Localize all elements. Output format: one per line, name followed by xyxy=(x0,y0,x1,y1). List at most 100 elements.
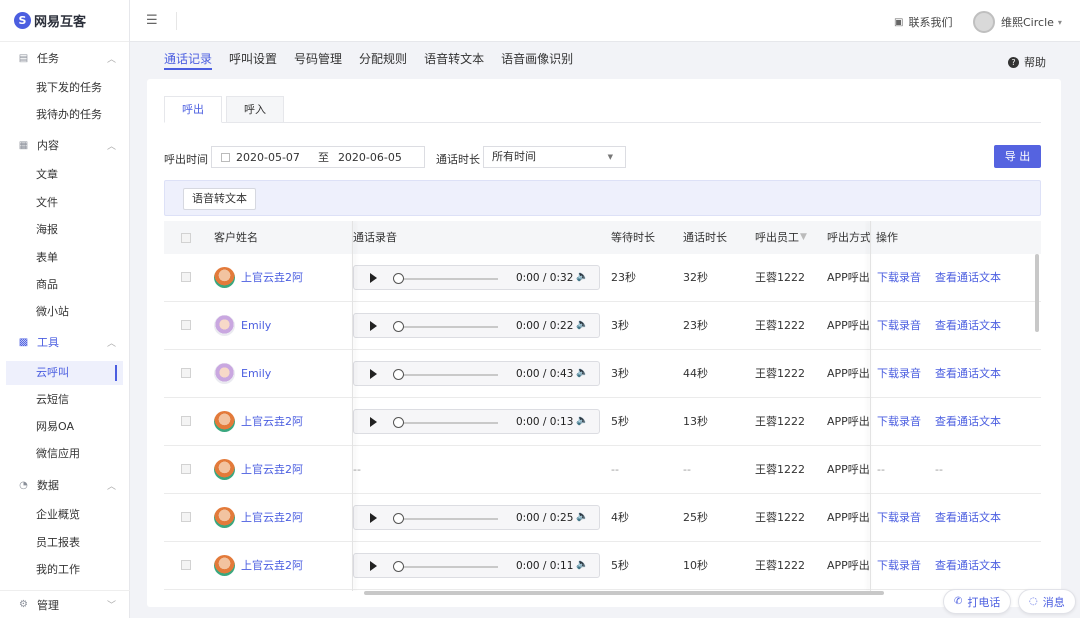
download-recording-link[interactable]: 下载录音 xyxy=(877,302,921,350)
sidebar-item-forms[interactable]: 表单 xyxy=(6,246,123,270)
sidebar-item-my-todo-tasks[interactable]: 我待办的任务 xyxy=(6,103,123,127)
select-all-checkbox[interactable] xyxy=(181,233,191,243)
audio-player[interactable]: 0:00 / 0:11 🔈 xyxy=(353,553,600,578)
tab-call-records[interactable]: 通话记录 xyxy=(164,50,213,70)
play-icon[interactable] xyxy=(370,321,377,331)
audio-player[interactable]: 0:00 / 0:22 🔈 xyxy=(353,313,600,338)
tab-speech-to-text[interactable]: 语音转文本 xyxy=(424,50,484,70)
view-transcript-link[interactable]: 查看通话文本 xyxy=(935,542,1001,590)
contact-us-link[interactable]: ▣ 联系我们 xyxy=(894,14,952,30)
date-range-picker[interactable]: 2020-05-07 至 2020-06-05 xyxy=(211,146,425,168)
call-button[interactable]: ✆ 打电话 xyxy=(943,589,1012,614)
audio-progress-knob[interactable] xyxy=(393,417,404,428)
audio-player[interactable]: 0:00 / 0:25 🔈 xyxy=(353,505,600,530)
audio-player[interactable]: 0:00 / 0:43 🔈 xyxy=(353,361,600,386)
sidebar-group-tasks[interactable]: ▤ 任务 ︿ xyxy=(0,46,130,70)
download-recording-link[interactable]: 下载录音 xyxy=(877,254,921,302)
audio-progress-track[interactable] xyxy=(394,278,498,280)
sidebar-item-my-work[interactable]: 我的工作 xyxy=(6,558,123,582)
customer-name-link[interactable]: 上官云垚2阿 xyxy=(241,446,303,493)
sidebar-group-tools[interactable]: ▩ 工具 ︿ xyxy=(0,330,130,354)
sidebar-item-staff-reports[interactable]: 员工报表 xyxy=(6,531,123,555)
audio-progress-knob[interactable] xyxy=(393,513,404,524)
duration-select[interactable]: 所有时间 ▼ xyxy=(483,146,626,168)
play-icon[interactable] xyxy=(370,417,377,427)
table-row[interactable]: Emily 0:00 / 0:43 🔈 3秒 44秒 王蓉1222 APP呼出 下载录音 查看通… xyxy=(164,350,1041,398)
export-button[interactable]: 导 出 xyxy=(994,145,1041,168)
sidebar-item-overview[interactable]: 企业概览 xyxy=(6,503,123,527)
customer-name-link[interactable]: 上官云垚2阿 xyxy=(241,254,303,301)
table-row[interactable]: 上官云垚2阿 0:00 / 0:32 🔈 23秒 32秒 王蓉1222 APP呼出 下载录音查… xyxy=(164,254,1041,302)
volume-icon[interactable]: 🔈 xyxy=(576,511,588,522)
tab-assignment-rules[interactable]: 分配规则 xyxy=(359,50,407,70)
app-logo[interactable]: S 网易互客 xyxy=(0,0,129,42)
vertical-scrollbar[interactable] xyxy=(1035,254,1039,332)
audio-player[interactable]: 0:00 / 0:13 🔈 xyxy=(353,409,600,434)
play-icon[interactable] xyxy=(370,561,377,571)
customer-name-link[interactable]: 上官云垚2阿 xyxy=(241,398,303,445)
menu-collapse-icon[interactable]: ☰ xyxy=(146,14,160,28)
row-checkbox[interactable] xyxy=(181,416,191,426)
view-transcript-link[interactable]: 查看通话文本 xyxy=(935,302,1001,350)
view-transcript-link[interactable]: 查看通话文本 xyxy=(935,494,1001,542)
customer-name-link[interactable]: Emily xyxy=(241,350,271,397)
view-transcript-link[interactable]: 查看通话文本 xyxy=(935,398,1001,446)
audio-progress-track[interactable] xyxy=(394,566,498,568)
tab-call-settings[interactable]: 呼叫设置 xyxy=(229,50,277,70)
help-link[interactable]: ? 帮助 xyxy=(1008,54,1046,70)
download-recording-link[interactable]: 下载录音 xyxy=(877,350,921,398)
tab-voice-profile[interactable]: 语音画像识别 xyxy=(501,50,573,70)
row-checkbox[interactable] xyxy=(181,512,191,522)
sidebar-item-cloud-sms[interactable]: 云短信 xyxy=(6,388,123,412)
sidebar-item-articles[interactable]: 文章 xyxy=(6,163,123,187)
audio-progress-track[interactable] xyxy=(394,422,498,424)
table-row[interactable]: 上官云垚2阿 0:00 / 0:25 🔈 4秒 25秒 王蓉1222 APP呼出 下载录音 查看… xyxy=(164,494,1041,542)
download-recording-link[interactable]: 下载录音 xyxy=(877,542,921,590)
speech-to-text-button[interactable]: 语音转文本 xyxy=(183,188,256,210)
download-recording-link[interactable]: 下载录音 xyxy=(877,494,921,542)
sidebar-item-netease-oa[interactable]: 网易OA xyxy=(6,415,123,439)
tab-number-management[interactable]: 号码管理 xyxy=(294,50,342,70)
sidebar-item-microsite[interactable]: 微小站 xyxy=(6,300,123,324)
audio-progress-knob[interactable] xyxy=(393,369,404,380)
download-recording-link[interactable]: 下载录音 xyxy=(877,398,921,446)
sidebar-group-data[interactable]: ◔ 数据 ︿ xyxy=(0,473,130,497)
tab-inbound[interactable]: 呼入 xyxy=(226,96,284,123)
play-icon[interactable] xyxy=(370,513,377,523)
view-transcript-link[interactable]: 查看通话文本 xyxy=(935,254,1001,302)
play-icon[interactable] xyxy=(370,369,377,379)
audio-progress-knob[interactable] xyxy=(393,561,404,572)
sidebar-item-products[interactable]: 商品 xyxy=(6,273,123,297)
volume-icon[interactable]: 🔈 xyxy=(576,319,588,330)
sidebar-item-cloud-call[interactable]: 云呼叫 xyxy=(6,361,123,385)
play-icon[interactable] xyxy=(370,273,377,283)
audio-player[interactable]: 0:00 / 0:32 🔈 xyxy=(353,265,600,290)
volume-icon[interactable]: 🔈 xyxy=(576,415,588,426)
tab-outbound[interactable]: 呼出 xyxy=(164,96,222,123)
view-transcript-link[interactable]: 查看通话文本 xyxy=(935,350,1001,398)
table-row[interactable]: 上官云垚2阿 0:00 / 0:11 🔈 5秒 10秒 王蓉1222 APP呼出 下载录音 查看… xyxy=(164,542,1041,590)
audio-progress-knob[interactable] xyxy=(393,321,404,332)
table-row[interactable]: Emily 0:00 / 0:22 🔈 3秒 23秒 王蓉1222 APP呼出 下载录音 查看通… xyxy=(164,302,1041,350)
row-checkbox[interactable] xyxy=(181,368,191,378)
audio-progress-knob[interactable] xyxy=(393,273,404,284)
table-row[interactable]: 上官云垚2阿 0:00 / 0:13 🔈 5秒 13秒 王蓉1222 APP呼出 下载录音 查看… xyxy=(164,398,1041,446)
filter-icon[interactable]: ▼ xyxy=(800,221,807,254)
volume-icon[interactable]: 🔈 xyxy=(576,271,588,282)
row-checkbox[interactable] xyxy=(181,272,191,282)
row-checkbox[interactable] xyxy=(181,464,191,474)
customer-name-link[interactable]: Emily xyxy=(241,302,271,349)
volume-icon[interactable]: 🔈 xyxy=(576,367,588,378)
audio-progress-track[interactable] xyxy=(394,326,498,328)
audio-progress-track[interactable] xyxy=(394,374,498,376)
horizontal-scrollbar[interactable] xyxy=(364,591,884,595)
messages-button[interactable]: ◌ 消息 xyxy=(1018,589,1076,614)
table-row[interactable]: 上官云垚2阿 -- -- -- 王蓉1222 APP呼出 -- -- xyxy=(164,446,1041,494)
sidebar-group-content[interactable]: ▦ 内容 ︿ xyxy=(0,133,130,157)
audio-progress-track[interactable] xyxy=(394,518,498,520)
customer-name-link[interactable]: 上官云垚2阿 xyxy=(241,542,303,589)
row-checkbox[interactable] xyxy=(181,320,191,330)
sidebar-item-files[interactable]: 文件 xyxy=(6,191,123,215)
user-menu[interactable]: 维熙Circle ▾ xyxy=(973,11,1062,33)
sidebar-group-admin[interactable]: ⚙ 管理 ﹀ xyxy=(0,590,130,618)
